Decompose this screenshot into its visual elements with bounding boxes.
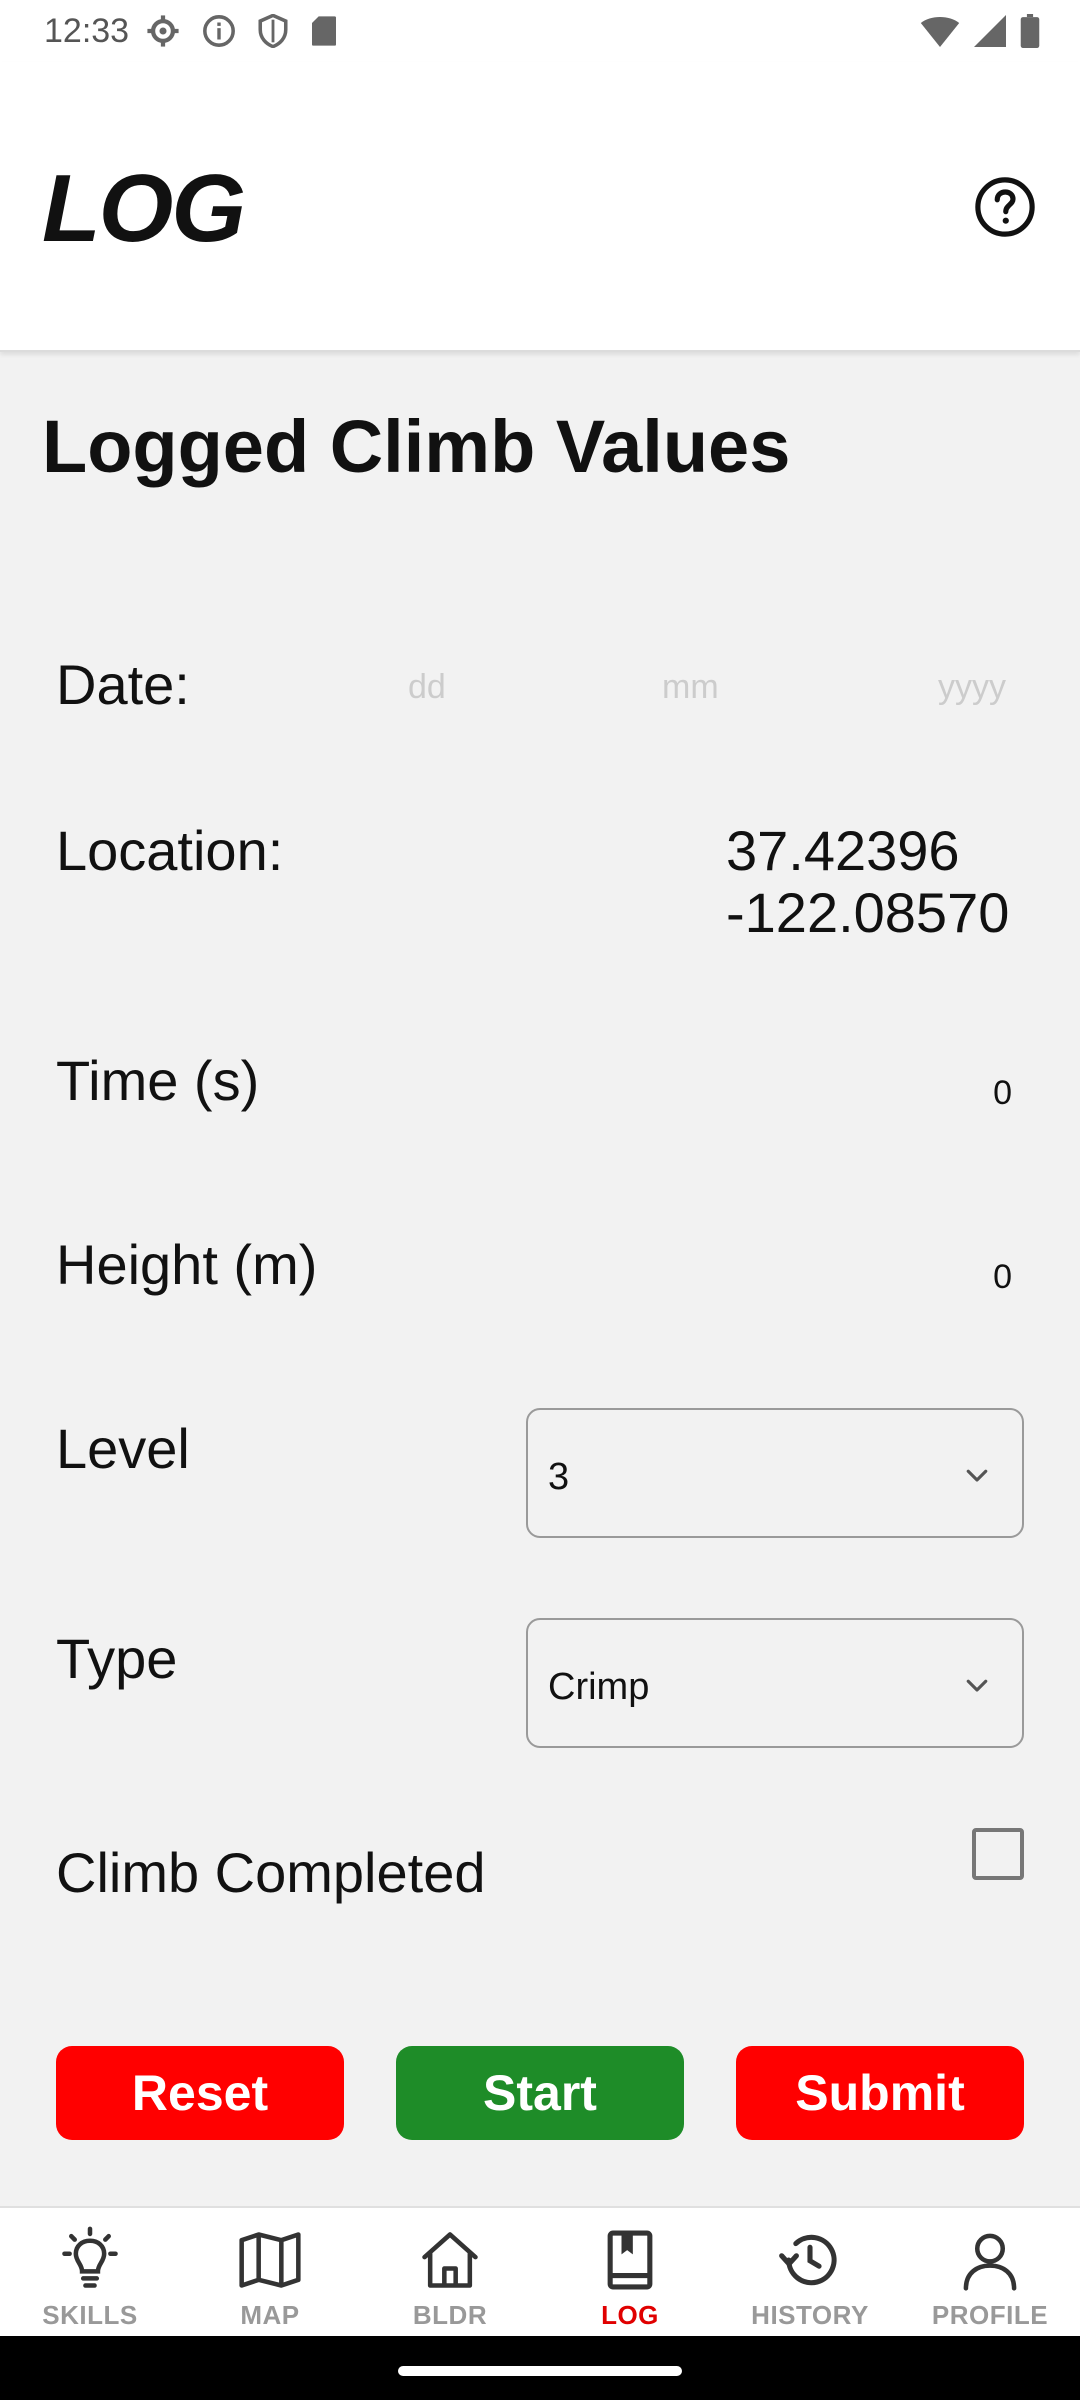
shield-icon (258, 14, 288, 48)
nav-item-history[interactable]: HISTORY (720, 2208, 900, 2336)
status-bar: 12:33 (0, 0, 1080, 62)
status-time: 12:33 (44, 12, 130, 50)
status-icons-left (146, 14, 338, 48)
nav-label-log: LOG (601, 2300, 659, 2330)
location-latitude: 37.42396 (726, 819, 960, 882)
system-navigation-bar (0, 2336, 1080, 2400)
level-select[interactable]: 3 (526, 1408, 1024, 1538)
nav-label-history: HISTORY (751, 2300, 869, 2330)
page-title: Logged Climb Values (42, 405, 791, 488)
level-select-value: 3 (548, 1456, 570, 1498)
gesture-handle[interactable] (398, 2366, 682, 2376)
location-value: 37.42396 -122.08570 (726, 820, 1009, 944)
gear-icon (147, 15, 179, 47)
info-icon (203, 15, 235, 47)
person-icon (963, 2233, 1017, 2291)
reset-button[interactable]: Reset (56, 2046, 344, 2140)
type-select-value: Crimp (548, 1666, 650, 1708)
submit-button[interactable]: Submit (736, 2046, 1024, 2140)
bottom-nav: SKILLS MAP BLDR LOG HISTORY PROFILE (0, 2206, 1080, 2336)
location-label: Location: (56, 819, 284, 882)
nav-item-skills[interactable]: SKILLS (0, 2208, 180, 2336)
height-value: 0 (993, 1258, 1012, 1296)
status-icons-right (920, 14, 1040, 48)
help-button[interactable] (974, 176, 1036, 238)
app-title: LOG (42, 155, 246, 262)
chevron-down-icon (966, 1469, 988, 1482)
nav-label-bldr: BLDR (412, 2300, 488, 2330)
location-longitude: -122.08570 (726, 881, 1010, 944)
level-label: Level (56, 1417, 190, 1480)
nav-item-log[interactable]: LOG (540, 2208, 720, 2336)
date-label: Date: (56, 653, 190, 716)
chevron-down-icon (966, 1679, 988, 1692)
date-day-input[interactable]: dd (408, 668, 446, 707)
type-select[interactable]: Crimp (526, 1618, 1024, 1748)
nav-item-bldr[interactable]: BLDR (360, 2208, 540, 2336)
type-label: Type (56, 1627, 178, 1690)
nav-item-map[interactable]: MAP (180, 2208, 360, 2336)
nav-label-profile: PROFILE (931, 2300, 1049, 2330)
climb-completed-checkbox[interactable] (972, 1828, 1024, 1880)
nav-label-map: MAP (240, 2300, 300, 2330)
signal-icon (974, 15, 1006, 47)
nav-item-profile[interactable]: PROFILE (900, 2208, 1080, 2336)
sd-card-icon (312, 16, 336, 46)
map-icon (239, 2232, 301, 2288)
height-label: Height (m) (56, 1233, 318, 1296)
history-icon (779, 2234, 837, 2286)
app-header: LOG (0, 62, 1080, 352)
start-button[interactable]: Start (396, 2046, 684, 2140)
climb-completed-label: Climb Completed (56, 1841, 486, 1904)
book-icon (607, 2230, 653, 2290)
date-month-input[interactable]: mm (662, 668, 719, 707)
time-label: Time (s) (56, 1049, 260, 1112)
lightbulb-icon (62, 2226, 118, 2288)
time-value: 0 (993, 1074, 1012, 1112)
battery-icon (1020, 14, 1040, 48)
help-circle-icon (975, 177, 1035, 237)
home-icon (422, 2232, 478, 2288)
nav-label-skills: SKILLS (42, 2300, 138, 2330)
wifi-icon (920, 17, 960, 47)
date-year-input[interactable]: yyyy (938, 668, 1006, 707)
